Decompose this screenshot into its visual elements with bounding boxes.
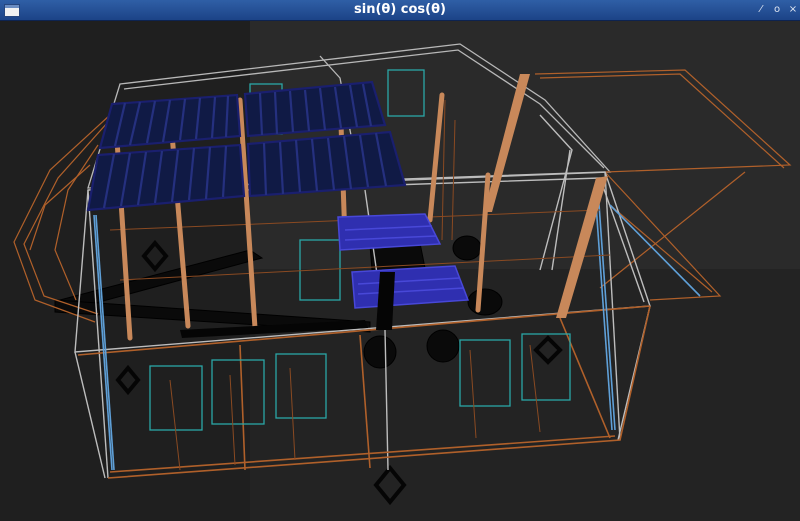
seat-rear xyxy=(337,213,442,251)
minimize-button[interactable]: ⁄ xyxy=(754,2,768,17)
seat-front xyxy=(351,265,470,309)
wireframe-scene xyxy=(0,21,800,521)
floor-panel xyxy=(250,269,800,521)
solar-panel-4 xyxy=(246,130,407,198)
maximize-button[interactable]: o xyxy=(770,2,784,17)
app-window: sin(θ) cos(θ) ⁄ o × xyxy=(0,0,800,521)
3d-viewport[interactable] xyxy=(0,21,800,521)
close-button[interactable]: × xyxy=(786,2,800,17)
title-bar[interactable]: sin(θ) cos(θ) ⁄ o × xyxy=(0,0,800,21)
window-title: sin(θ) cos(θ) xyxy=(354,2,446,17)
